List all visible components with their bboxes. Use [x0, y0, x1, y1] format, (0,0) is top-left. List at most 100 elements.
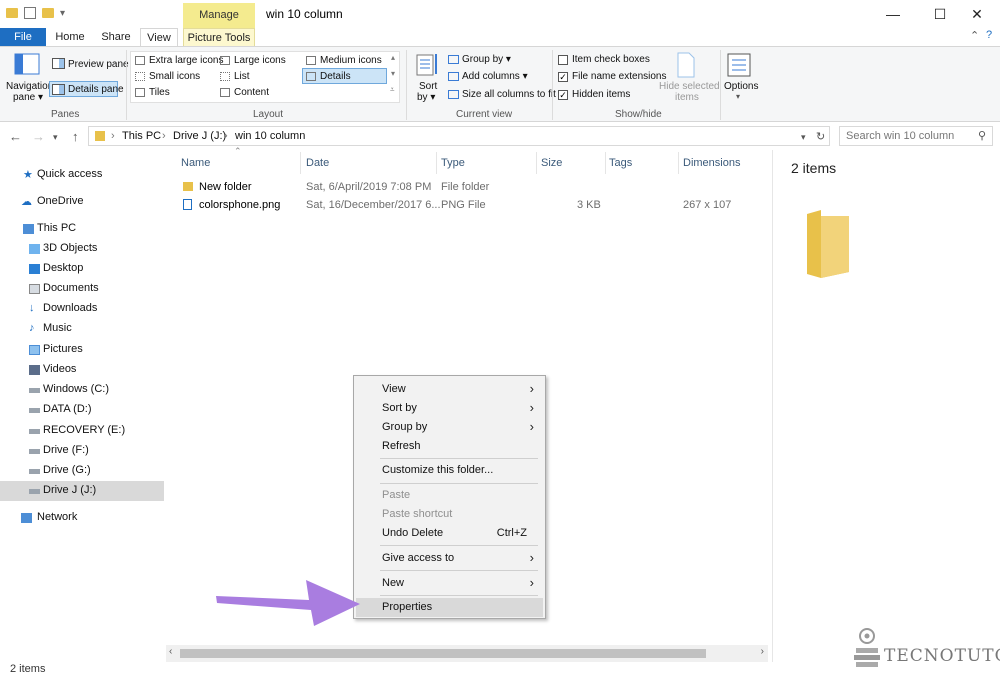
- address-field[interactable]: › This PC › Drive J (J:) › win 10 column…: [88, 126, 830, 146]
- nav-item-data-d[interactable]: DATA (D:): [0, 400, 164, 420]
- breadcrumb-drive-j[interactable]: Drive J (J:): [173, 130, 226, 142]
- tab-picture-tools[interactable]: Picture Tools: [183, 28, 255, 46]
- gallery-more-icon[interactable]: ⩡: [390, 85, 395, 95]
- search-input[interactable]: Search win 10 column ⚲: [839, 126, 993, 146]
- menu-item-refresh[interactable]: Refresh: [356, 437, 543, 456]
- size-all-columns-button[interactable]: Size all columns to fit: [462, 89, 556, 100]
- file-row[interactable]: New folder Sat, 6/April/2019 7:08 PM Fil…: [178, 179, 758, 197]
- layout-list[interactable]: List: [234, 71, 250, 82]
- nav-item-videos[interactable]: Videos: [0, 360, 164, 380]
- column-header-tags[interactable]: Tags: [609, 157, 632, 169]
- menu-item-paste[interactable]: Paste: [356, 486, 543, 505]
- add-columns-icon: [448, 72, 459, 81]
- sort-by-button[interactable]: Sort: [419, 81, 437, 92]
- nav-item-pictures[interactable]: Pictures: [0, 340, 164, 360]
- menu-item-properties[interactable]: Properties: [356, 598, 543, 617]
- nav-item-network[interactable]: Network: [0, 508, 164, 528]
- menu-item-new[interactable]: New ›: [356, 574, 543, 593]
- menu-item-paste-shortcut[interactable]: Paste shortcut: [356, 505, 543, 524]
- up-arrow-icon[interactable]: ↑: [72, 129, 79, 144]
- collapse-ribbon-icon[interactable]: ⌃: [970, 29, 979, 42]
- hide-selected-button[interactable]: Hide selected: [659, 81, 720, 92]
- options-button[interactable]: Options: [724, 81, 758, 92]
- recent-locations-icon[interactable]: ▾: [53, 132, 58, 143]
- column-header-date[interactable]: Date: [306, 157, 329, 169]
- scroll-right-icon[interactable]: ›: [761, 646, 764, 657]
- nav-item-this-pc[interactable]: This PC: [0, 219, 164, 239]
- properties-icon[interactable]: [24, 7, 36, 19]
- nav-item-windows-c[interactable]: Windows (C:): [0, 380, 164, 400]
- nav-item-drive-f[interactable]: Drive (F:): [0, 441, 164, 461]
- new-folder-icon[interactable]: [42, 8, 54, 18]
- tab-share[interactable]: Share: [98, 28, 134, 46]
- item-check-boxes-checkbox[interactable]: [558, 55, 568, 65]
- nav-item-downloads[interactable]: ↓ Downloads: [0, 299, 164, 319]
- menu-item-label: Sort by: [382, 402, 417, 414]
- layout-medium-icons[interactable]: Medium icons: [320, 55, 382, 66]
- layout-content[interactable]: Content: [234, 87, 269, 98]
- nav-item-3d-objects[interactable]: 3D Objects: [0, 239, 164, 259]
- column-header-dimensions[interactable]: Dimensions: [683, 157, 740, 169]
- add-columns-button[interactable]: Add columns ▾: [462, 71, 528, 82]
- close-button[interactable]: ✕: [954, 0, 1000, 28]
- layout-small-icons[interactable]: Small icons: [149, 71, 200, 82]
- layout-extra-large-icons[interactable]: Extra large icons: [149, 55, 223, 66]
- group-by-button[interactable]: Group by ▾: [462, 54, 511, 65]
- column-divider[interactable]: [678, 152, 679, 174]
- minimize-button[interactable]: —: [870, 0, 916, 28]
- nav-item-quick-access[interactable]: ★ Quick access: [0, 165, 164, 185]
- cloud-icon: ☁: [21, 196, 32, 208]
- tab-view[interactable]: View: [140, 28, 178, 47]
- file-row[interactable]: colorsphone.png Sat, 16/December/2017 6.…: [178, 197, 758, 215]
- nav-item-label: DATA (D:): [43, 403, 92, 415]
- nav-item-documents[interactable]: Documents: [0, 279, 164, 299]
- tab-home[interactable]: Home: [52, 28, 88, 46]
- column-divider[interactable]: [436, 152, 437, 174]
- menu-item-customize-folder[interactable]: Customize this folder...: [356, 461, 543, 480]
- menu-item-sort-by[interactable]: Sort by ›: [356, 399, 543, 418]
- scroll-left-icon[interactable]: ‹: [169, 646, 172, 657]
- menu-item-group-by[interactable]: Group by ›: [356, 418, 543, 437]
- details-item-count: 2 items: [791, 160, 837, 176]
- menu-item-undo-delete[interactable]: Undo Delete Ctrl+Z: [356, 524, 543, 543]
- tab-file[interactable]: File: [0, 28, 46, 46]
- file-name-extensions-checkbox[interactable]: ✓: [558, 72, 568, 82]
- help-icon[interactable]: ?: [986, 29, 992, 41]
- column-divider[interactable]: [605, 152, 606, 174]
- annotation-arrow-icon: [216, 580, 360, 626]
- nav-item-onedrive[interactable]: ☁ OneDrive: [0, 192, 164, 212]
- breadcrumb-this-pc[interactable]: This PC: [122, 130, 161, 142]
- layout-large-icons[interactable]: Large icons: [234, 55, 286, 66]
- preview-pane-button[interactable]: Preview pane: [68, 59, 129, 70]
- menu-item-view[interactable]: View ›: [356, 380, 543, 399]
- address-dropdown-icon[interactable]: ▾: [801, 132, 806, 143]
- nav-item-drive-j-selected[interactable]: Drive J (J:): [0, 481, 164, 501]
- menu-item-give-access[interactable]: Give access to ›: [356, 549, 543, 568]
- hidden-items-checkbox[interactable]: ✓: [558, 90, 568, 100]
- back-arrow-icon[interactable]: ←: [9, 129, 22, 144]
- layout-tiles[interactable]: Tiles: [149, 87, 170, 98]
- png-file-icon: [183, 199, 192, 210]
- gallery-up-icon[interactable]: ▴: [391, 53, 395, 62]
- nav-item-recovery-e[interactable]: RECOVERY (E:): [0, 421, 164, 441]
- nav-item-label: Music: [43, 322, 72, 334]
- navigation-pane-button[interactable]: Navigation: [6, 81, 53, 92]
- manage-context-tab[interactable]: Manage: [183, 3, 255, 29]
- options-dropdown-icon[interactable]: ▾: [736, 92, 740, 101]
- breadcrumb-win-10-column[interactable]: win 10 column: [235, 130, 305, 142]
- customize-toolbar-icon[interactable]: ▾: [60, 8, 65, 19]
- forward-arrow-icon[interactable]: →: [32, 129, 45, 144]
- nav-item-desktop[interactable]: Desktop: [0, 259, 164, 279]
- column-divider[interactable]: [536, 152, 537, 174]
- refresh-icon[interactable]: ↻: [816, 130, 825, 143]
- gallery-down-icon[interactable]: ▾: [391, 69, 395, 78]
- column-divider[interactable]: [300, 152, 301, 174]
- column-header-type[interactable]: Type: [441, 157, 465, 169]
- horizontal-scrollbar[interactable]: ‹ ›: [166, 645, 768, 662]
- column-header-size[interactable]: Size: [541, 157, 562, 169]
- nav-item-drive-g[interactable]: Drive (G:): [0, 461, 164, 481]
- nav-item-music[interactable]: ♪ Music: [0, 319, 164, 339]
- scrollbar-thumb[interactable]: [180, 649, 706, 658]
- menu-item-label: Give access to: [382, 552, 455, 564]
- column-header-name[interactable]: Name: [181, 157, 210, 169]
